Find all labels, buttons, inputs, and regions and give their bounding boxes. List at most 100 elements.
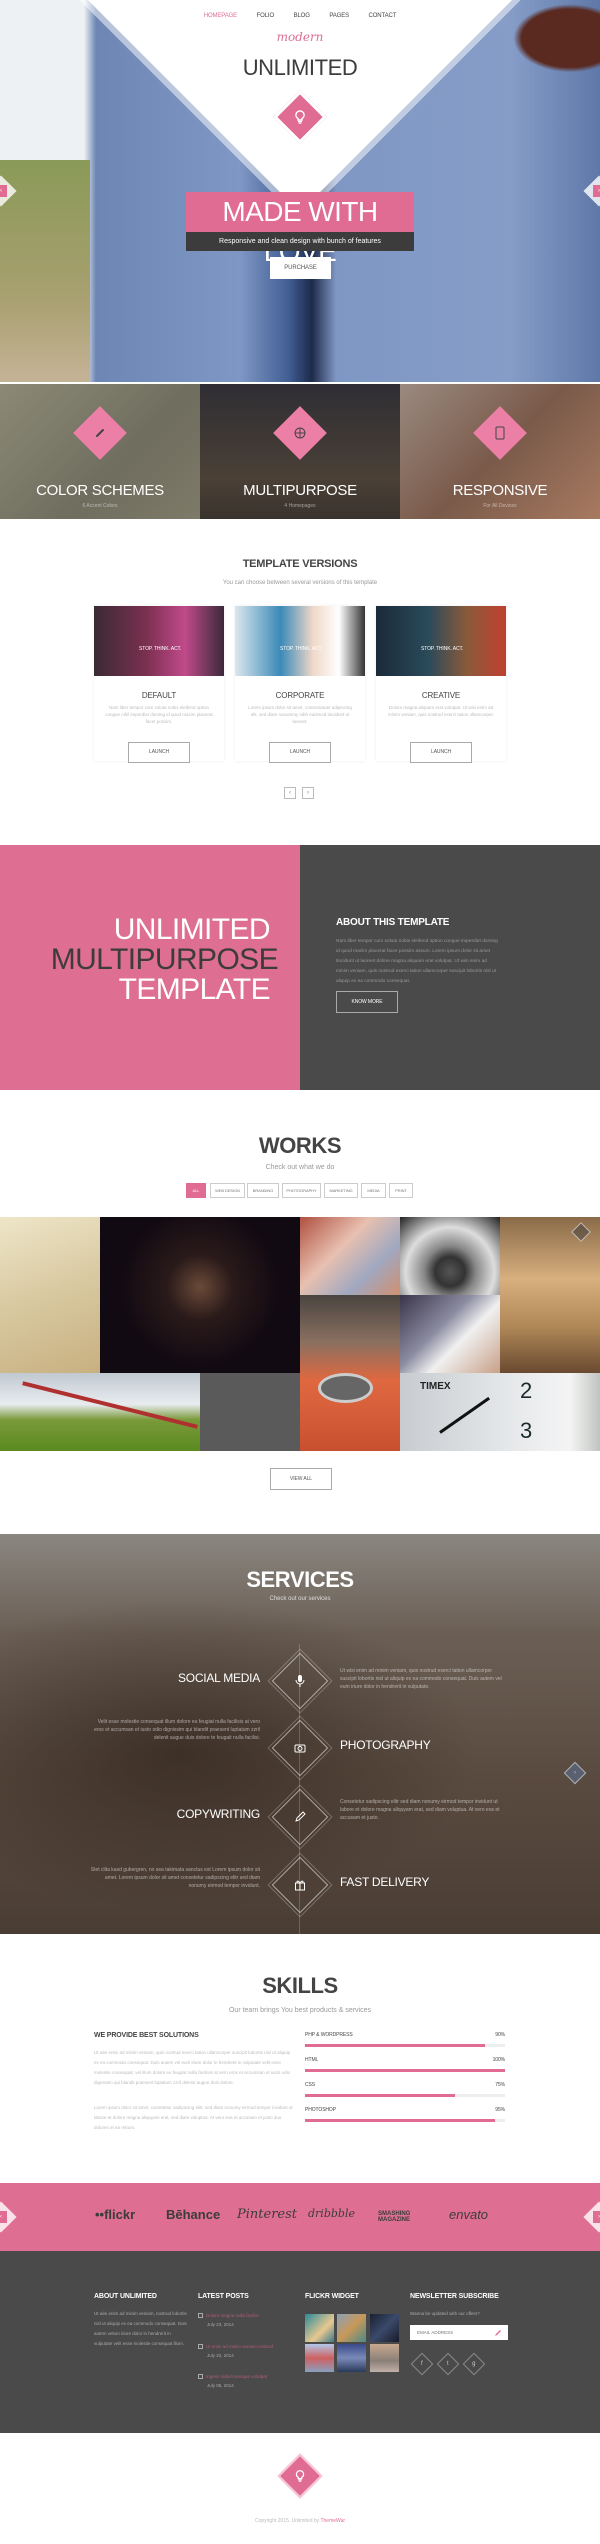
- filter-marketing[interactable]: MARKETING: [324, 1183, 358, 1198]
- feature-multipurpose[interactable]: MULTIPURPOSE 4 Homepages: [200, 384, 400, 519]
- post-icon: [198, 2313, 203, 2319]
- feature-subtitle: 4 Homepages: [284, 503, 316, 509]
- filter-photography[interactable]: PHOTOGRAPHY: [282, 1183, 321, 1198]
- chevron-right-icon: ›: [593, 2211, 600, 2223]
- post-link[interactable]: Dolore magna nulla facilisi: [206, 2313, 259, 2318]
- client-logo-smashing[interactable]: SMASHING MAGAZINE: [378, 2211, 430, 2223]
- versions-next-button[interactable]: ›: [302, 787, 314, 799]
- skill-name: PHP & WORDPRESS: [305, 2032, 353, 2038]
- view-all-button[interactable]: VIEW ALL: [270, 1468, 332, 1490]
- work-tile-flatlay[interactable]: [200, 1373, 300, 1451]
- launch-button[interactable]: LAUNCH: [410, 742, 472, 763]
- work-tile-airplane[interactable]: [0, 1373, 200, 1451]
- skill-bar: HTML 100%: [305, 2057, 505, 2072]
- work-tile-laptop[interactable]: [400, 1295, 500, 1373]
- feature-color-schemes[interactable]: COLOR SCHEMES 6 Accent Colors: [0, 384, 200, 519]
- nav-pages[interactable]: PAGES: [329, 13, 349, 19]
- versions-title: TEMPLATE VERSIONS: [242, 558, 358, 570]
- feature-title: MULTIPURPOSE: [243, 482, 357, 499]
- purchase-button[interactable]: PURCHASE: [270, 257, 331, 279]
- bottom-logo-badge[interactable]: [277, 2453, 323, 2499]
- author-link[interactable]: ThemeWar: [320, 2518, 345, 2524]
- clients-next-button[interactable]: ›: [583, 2201, 600, 2233]
- nav-homepage[interactable]: HOMEPAGE: [204, 13, 237, 19]
- post-icon: [198, 2344, 203, 2350]
- gauge-shape: [318, 1373, 373, 1403]
- work-tile-clock[interactable]: TIMEX 2 3: [400, 1373, 600, 1451]
- launch-button[interactable]: LAUNCH: [269, 742, 331, 763]
- service-badge: [271, 1788, 329, 1846]
- email-input[interactable]: [410, 2330, 494, 2335]
- filter-branding[interactable]: BRANDING: [247, 1183, 279, 1198]
- slider-next-button[interactable]: ›: [583, 175, 600, 207]
- flickr-thumb[interactable]: [370, 2344, 399, 2372]
- post-link[interactable]: Ingenii nulla loremque volutpat: [206, 2374, 267, 2379]
- flickr-thumb[interactable]: [305, 2344, 334, 2372]
- client-logo-pinterest[interactable]: Pinterest: [237, 2207, 297, 2222]
- skill-track: [305, 2094, 505, 2097]
- footer-post: Ut enim ad minim veniam nostrud July 22, …: [198, 2342, 273, 2360]
- zoom-icon[interactable]: [571, 1222, 591, 1242]
- service-title: SOCIAL MEDIA: [177, 1671, 260, 1685]
- flickr-thumb[interactable]: [337, 2314, 366, 2342]
- about-big-line1: UNLIMITED: [113, 913, 271, 946]
- feature-subtitle: For All Devices: [483, 503, 517, 509]
- skills-paragraph-1: Ut wisi enim ad minim veniam, quis nostr…: [94, 2050, 291, 2085]
- filter-media[interactable]: MEDIA: [361, 1183, 386, 1198]
- about-big-line3: TEMPLATE: [118, 973, 271, 1006]
- launch-button[interactable]: LAUNCH: [128, 742, 190, 763]
- client-logo-flickr[interactable]: ••flickr: [95, 2207, 135, 2222]
- feature-responsive[interactable]: RESPONSIVE For All Devices: [400, 384, 600, 519]
- clients-prev-button[interactable]: ‹: [0, 2201, 17, 2233]
- skill-track: [305, 2069, 505, 2072]
- version-preview-image[interactable]: STOP. THINK. ACT.: [235, 606, 365, 676]
- post-link[interactable]: Ut enim ad minim veniam nostrud: [206, 2344, 273, 2349]
- logo-brand-text[interactable]: UNLIMITED: [0, 55, 600, 81]
- copyright: Copyright 2015. Unlimited by ThemeWar: [0, 2518, 600, 2524]
- footer-post: Ingenii nulla loremque volutpat July 05, …: [198, 2372, 267, 2390]
- work-tile-dreamcatcher[interactable]: [0, 1217, 100, 1373]
- nav-folio[interactable]: FOLIO: [257, 13, 275, 19]
- flickr-thumb[interactable]: [370, 2314, 399, 2342]
- skill-name: CSS: [305, 2082, 315, 2088]
- work-tile-car-wheel[interactable]: [400, 1217, 500, 1295]
- nav-blog[interactable]: BLOG: [294, 13, 310, 19]
- version-preview-image[interactable]: STOP. THINK. ACT.: [94, 606, 224, 676]
- work-tile-hand[interactable]: [100, 1217, 300, 1373]
- skills-heading: WE PROVIDE BEST SOLUTIONS: [94, 2032, 199, 2039]
- filter-all[interactable]: ALL: [186, 1183, 206, 1198]
- version-description: Lorem ipsum dolor sit amet, consectetuer…: [248, 705, 352, 724]
- client-logo-dribbble[interactable]: dribbble: [308, 2207, 355, 2220]
- version-name: DEFAULT: [141, 691, 177, 700]
- skill-name: PHOTOSHOP: [305, 2107, 336, 2113]
- social-google-plus-button[interactable]: g: [462, 2352, 486, 2376]
- chevron-right-icon: ›: [593, 185, 600, 197]
- feature-subtitle: 6 Accent Colors: [82, 503, 118, 509]
- social-facebook-button[interactable]: f: [410, 2352, 434, 2376]
- work-tile-motorcycle[interactable]: [300, 1295, 400, 1451]
- version-preview-image[interactable]: STOP. THINK. ACT.: [376, 606, 506, 676]
- versions-prev-button[interactable]: ‹: [284, 787, 296, 799]
- feature-badge: [273, 406, 327, 460]
- send-pencil-icon[interactable]: [494, 2329, 502, 2337]
- camera-icon: [294, 1744, 306, 1753]
- flickr-thumb[interactable]: [305, 2314, 334, 2342]
- client-logo-envato[interactable]: envato: [449, 2207, 488, 2222]
- know-more-button[interactable]: KNOW MORE: [336, 991, 398, 1013]
- services-side-button[interactable]: ›: [563, 1761, 587, 1785]
- footer-post: Dolore magna nulla facilisi July 23, 2014: [198, 2311, 259, 2329]
- skills-paragraph-2: Lorem ipsum dolor sit amet, consetetur s…: [94, 2105, 293, 2130]
- nav-contact[interactable]: CONTACT: [369, 13, 397, 19]
- skill-name: HTML: [305, 2057, 319, 2063]
- skill-percent: 75%: [495, 2082, 505, 2088]
- client-logo-behance[interactable]: Bēhance: [166, 2207, 220, 2222]
- service-title: COPYWRITING: [176, 1807, 261, 1821]
- hero-slider: HOMEPAGE FOLIO BLOG PAGES CONTACT modern…: [0, 0, 600, 382]
- work-tile-lamp[interactable]: [500, 1217, 600, 1373]
- social-twitter-button[interactable]: t: [436, 2352, 460, 2376]
- filter-print[interactable]: PRINT: [389, 1183, 413, 1198]
- service-badge: [271, 1652, 329, 1710]
- flickr-thumb[interactable]: [337, 2344, 366, 2372]
- work-tile-jeans[interactable]: [300, 1217, 400, 1295]
- filter-web-design[interactable]: WEB DESIGN: [210, 1183, 245, 1198]
